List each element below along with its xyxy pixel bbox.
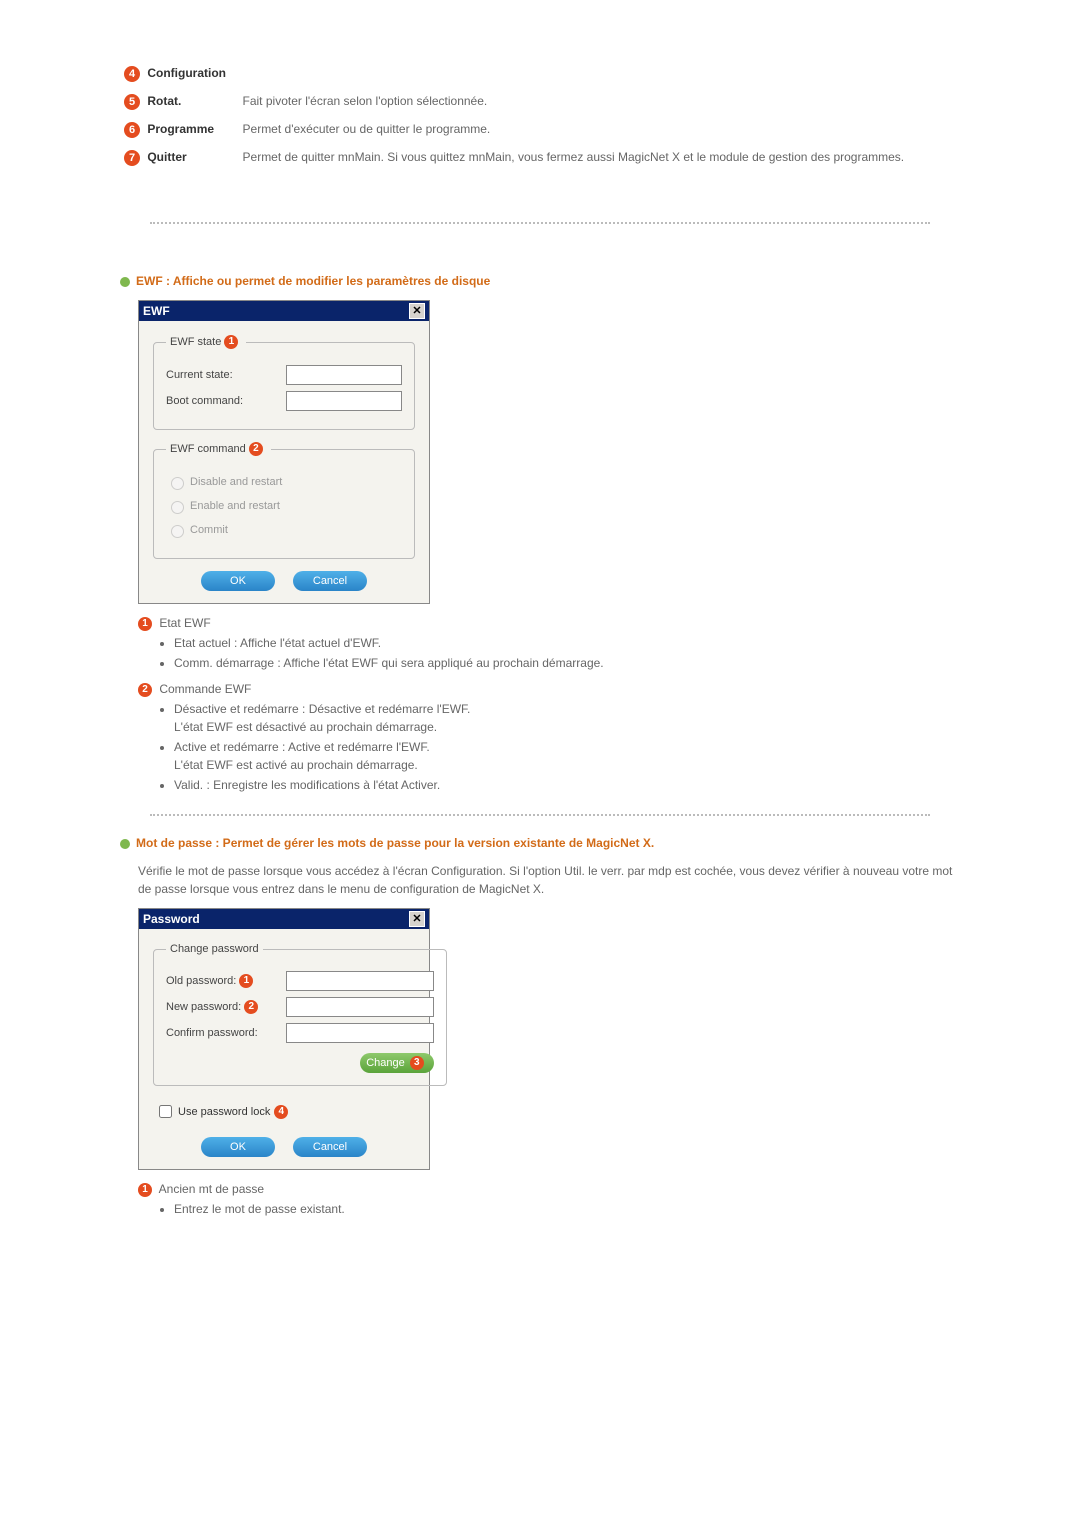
ewf-state-legend-badge: 1 xyxy=(224,335,238,349)
item-4-badge: 4 xyxy=(124,66,140,82)
ewf-note2-b1: Désactive et redémarre : Désactive et re… xyxy=(174,700,960,736)
ewf-note2-b2a: Active et redémarre : Active et redémarr… xyxy=(174,740,430,754)
ewf-note2-b2: Active et redémarre : Active et redémarr… xyxy=(174,738,960,774)
ewf-note1-title: Etat EWF xyxy=(159,616,210,630)
ewf-note2-b1a: Désactive et redémarre : Désactive et re… xyxy=(174,702,470,716)
change-password-legend: Change password xyxy=(166,943,263,955)
ewf-state-group: EWF state 1 Current state: Boot command: xyxy=(153,335,415,430)
password-ok-button[interactable]: OK xyxy=(201,1137,275,1157)
ewf-commit-radio[interactable] xyxy=(171,525,184,538)
password-cancel-button[interactable]: Cancel xyxy=(293,1137,367,1157)
item-6-label: Programme xyxy=(147,122,214,136)
boot-command-box xyxy=(286,391,402,411)
current-state-label: Current state: xyxy=(166,369,286,381)
password-notes: 1 Ancien mt de passe Entrez le mot de pa… xyxy=(138,1180,960,1218)
item-4-label: Configuration xyxy=(147,66,226,80)
close-icon[interactable]: ✕ xyxy=(409,303,425,319)
separator xyxy=(150,222,930,224)
password-lock-label: Use password lock xyxy=(178,1106,270,1118)
item-4-desc xyxy=(239,60,960,88)
old-password-label: Old password: 1 xyxy=(166,974,286,988)
ewf-note1-b1: Etat actuel : Affiche l'état actuel d'EW… xyxy=(174,634,960,652)
ewf-enable-radio[interactable] xyxy=(171,501,184,514)
ewf-disable-label: Disable and restart xyxy=(190,476,282,488)
change-button-badge: 3 xyxy=(410,1056,424,1070)
current-state-box xyxy=(286,365,402,385)
password-heading: Mot de passe : Permet de gérer les mots … xyxy=(120,836,960,850)
ewf-state-legend: EWF state xyxy=(170,336,221,348)
password-body: Vérifie le mot de passe lorsque vous acc… xyxy=(138,862,960,898)
ewf-commit-label: Commit xyxy=(190,524,228,536)
change-button[interactable]: Change 3 xyxy=(360,1053,434,1073)
ewf-command-legend: EWF command xyxy=(170,443,246,455)
password-note1-title: Ancien mt de passe xyxy=(159,1182,264,1196)
ewf-note2-b1b: L'état EWF est désactivé au prochain dém… xyxy=(174,720,437,734)
item-5-desc: Fait pivoter l'écran selon l'option séle… xyxy=(239,88,960,116)
old-password-input[interactable] xyxy=(286,971,434,991)
new-password-badge: 2 xyxy=(244,1000,258,1014)
confirm-password-label: Confirm password: xyxy=(166,1027,286,1039)
password-dialog-titlebar: Password ✕ xyxy=(139,909,429,929)
ewf-note2-b3: Valid. : Enregistre les modifications à … xyxy=(174,776,960,794)
item-6-badge: 6 xyxy=(124,122,140,138)
items-table: 4 Configuration 5 Rotat. Fait pivoter l'… xyxy=(120,60,960,172)
separator xyxy=(150,814,930,816)
password-dialog: Password ✕ Change password Old password:… xyxy=(138,908,430,1170)
item-7-label: Quitter xyxy=(147,150,186,164)
ewf-disable-radio[interactable] xyxy=(171,477,184,490)
ewf-note2-b2b: L'état EWF est activé au prochain démarr… xyxy=(174,758,418,772)
close-icon[interactable]: ✕ xyxy=(409,911,425,927)
item-5-label: Rotat. xyxy=(147,94,181,108)
item-6-desc: Permet d'exécuter ou de quitter le progr… xyxy=(239,116,960,144)
ewf-command-legend-badge: 2 xyxy=(249,442,263,456)
password-lock-checkbox[interactable] xyxy=(159,1105,172,1118)
item-7-desc: Permet de quitter mnMain. Si vous quitte… xyxy=(239,144,960,172)
change-password-group: Change password Old password: 1 New pass… xyxy=(153,943,447,1086)
ewf-note1-b2: Comm. démarrage : Affiche l'état EWF qui… xyxy=(174,654,960,672)
ewf-heading: EWF : Affiche ou permet de modifier les … xyxy=(120,274,960,288)
ewf-ok-button[interactable]: OK xyxy=(201,571,275,591)
ewf-note2-badge: 2 xyxy=(138,683,152,697)
item-7-badge: 7 xyxy=(124,150,140,166)
ewf-command-group: EWF command 2 Disable and restart Enable… xyxy=(153,442,415,559)
ewf-dialog-titlebar: EWF ✕ xyxy=(139,301,429,321)
old-password-badge: 1 xyxy=(239,974,253,988)
ewf-cancel-button[interactable]: Cancel xyxy=(293,571,367,591)
password-note1-badge: 1 xyxy=(138,1183,152,1197)
ewf-note2-title: Commande EWF xyxy=(159,682,251,696)
confirm-password-input[interactable] xyxy=(286,1023,434,1043)
password-dialog-title: Password xyxy=(143,912,200,926)
boot-command-label: Boot command: xyxy=(166,395,286,407)
ewf-note1-badge: 1 xyxy=(138,617,152,631)
item-5-badge: 5 xyxy=(124,94,140,110)
old-password-label-text: Old password: xyxy=(166,975,236,987)
password-lock-badge: 4 xyxy=(274,1105,288,1119)
new-password-label-text: New password: xyxy=(166,1001,241,1013)
ewf-dialog-title: EWF xyxy=(143,304,170,318)
password-note1-b1: Entrez le mot de passe existant. xyxy=(174,1200,960,1218)
new-password-label: New password: 2 xyxy=(166,1000,286,1014)
ewf-notes: 1 Etat EWF Etat actuel : Affiche l'état … xyxy=(138,614,960,794)
change-button-label: Change xyxy=(366,1057,405,1069)
ewf-dialog: EWF ✕ EWF state 1 Current state: Boot co… xyxy=(138,300,430,604)
ewf-enable-label: Enable and restart xyxy=(190,500,280,512)
new-password-input[interactable] xyxy=(286,997,434,1017)
